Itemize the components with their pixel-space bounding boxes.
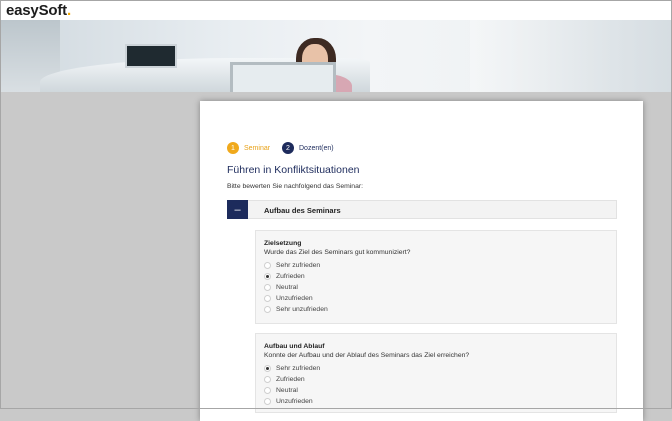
option-neutral[interactable]: Neutral	[264, 385, 616, 396]
option-sehr-unzufrieden[interactable]: Sehr unzufrieden	[264, 304, 616, 315]
option-zufrieden[interactable]: Zufrieden	[264, 374, 616, 385]
section-header-aufbau[interactable]: – Aufbau des Seminars	[227, 200, 617, 219]
option-label: Neutral	[276, 387, 298, 394]
option-label: Sehr zufrieden	[276, 262, 321, 269]
banner-glass-wall	[470, 20, 672, 92]
page-title: Führen in Konfliktsituationen	[227, 164, 360, 176]
radio-button[interactable]	[264, 262, 271, 269]
top-bar: easySoft.	[0, 0, 672, 20]
radio-button[interactable]	[264, 284, 271, 291]
instruction-text: Bitte bewerten Sie nachfolgend das Semin…	[227, 183, 364, 190]
option-label: Zufrieden	[276, 376, 305, 383]
radio-button-selected[interactable]	[264, 273, 271, 280]
banner-monitor	[125, 44, 177, 68]
step-label-seminar: Seminar	[244, 144, 271, 152]
step-number-1: 1	[227, 142, 239, 154]
step-label-dozenten: Dozent(en)	[299, 144, 334, 152]
section-title: Aufbau des Seminars	[264, 206, 341, 215]
question-text: Wurde das Ziel des Seminars gut kommuniz…	[264, 249, 411, 256]
radio-button[interactable]	[264, 398, 271, 405]
option-label: Unzufrieden	[276, 295, 313, 302]
step-seminar[interactable]: 1 Seminar	[227, 142, 270, 154]
radio-button[interactable]	[264, 295, 271, 302]
logo-text: easySoft	[6, 2, 67, 19]
banner-monitor-front	[230, 62, 336, 92]
question-card-zielsetzung: Zielsetzung Wurde das Ziel des Seminars …	[255, 230, 617, 324]
question-card-aufbau-ablauf: Aufbau und Ablauf Konnte der Aufbau und …	[255, 333, 617, 413]
option-label: Zufrieden	[276, 273, 305, 280]
step-dozenten[interactable]: 2 Dozent(en)	[282, 142, 334, 154]
radio-button[interactable]	[264, 387, 271, 394]
option-neutral[interactable]: Neutral	[264, 282, 616, 293]
option-sehr-zufrieden[interactable]: Sehr zufrieden	[264, 260, 616, 271]
minus-icon: –	[234, 203, 241, 216]
radio-button[interactable]	[264, 376, 271, 383]
collapse-button[interactable]: –	[227, 200, 248, 219]
option-label: Sehr zufrieden	[276, 365, 321, 372]
easysoft-logo[interactable]: easySoft.	[6, 2, 71, 19]
radio-button-selected[interactable]	[264, 365, 271, 372]
radio-button[interactable]	[264, 306, 271, 313]
step-number-2: 2	[282, 142, 294, 154]
question-title: Zielsetzung	[264, 240, 302, 247]
option-zufrieden[interactable]: Zufrieden	[264, 271, 616, 282]
option-unzufrieden[interactable]: Unzufrieden	[264, 396, 616, 407]
option-label: Unzufrieden	[276, 398, 313, 405]
logo-dot: .	[66, 2, 71, 19]
option-label: Sehr unzufrieden	[276, 306, 328, 313]
question-text: Konnte der Aufbau und der Ablauf des Sem…	[264, 352, 470, 359]
header-banner-image	[0, 20, 672, 92]
option-unzufrieden[interactable]: Unzufrieden	[264, 293, 616, 304]
option-label: Neutral	[276, 284, 298, 291]
option-sehr-zufrieden[interactable]: Sehr zufrieden	[264, 363, 616, 374]
question-title: Aufbau und Ablauf	[264, 343, 325, 350]
